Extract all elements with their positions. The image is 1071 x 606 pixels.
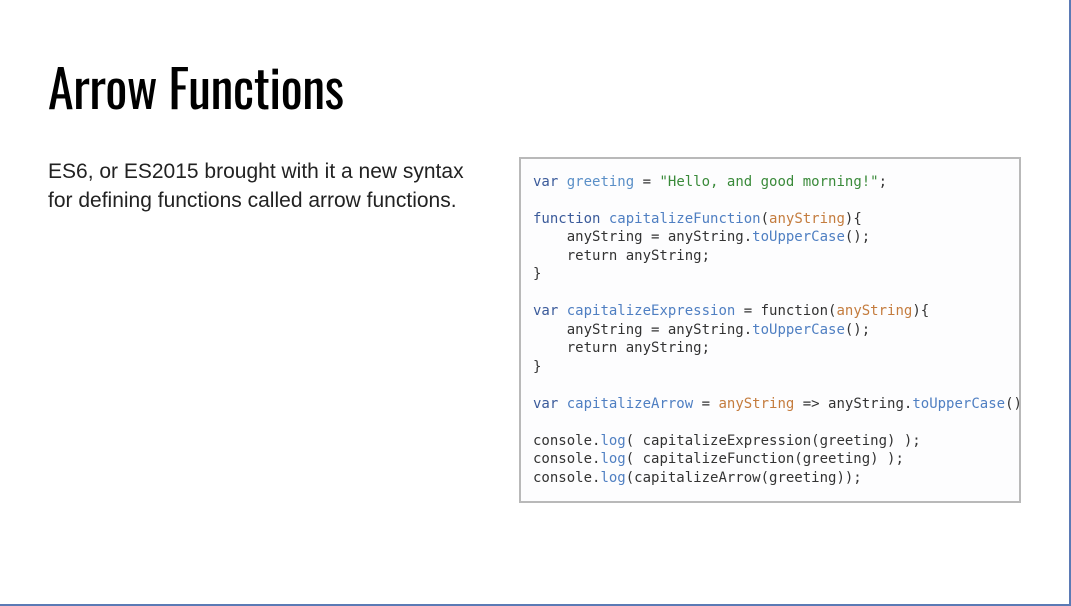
- code-token: console.: [533, 470, 600, 486]
- code-token: => anyString.: [794, 396, 912, 412]
- code-token: greeting: [567, 174, 634, 190]
- code-token: ();: [845, 229, 870, 245]
- code-token: toUpperCase: [752, 322, 845, 338]
- code-token: anyString = anyString.: [533, 322, 752, 338]
- code-token: "Hello, and good morning!": [659, 174, 878, 190]
- code-token: anyString: [836, 303, 912, 319]
- code-token: var: [533, 303, 558, 319]
- code-token: capitalizeExpression: [567, 303, 736, 319]
- code-token: return anyString;: [533, 340, 710, 356]
- code-token: anyString: [769, 211, 845, 227]
- code-token: log: [600, 433, 625, 449]
- code-token: =: [693, 396, 718, 412]
- code-token: (: [761, 211, 769, 227]
- code-token: ){: [912, 303, 929, 319]
- code-token: return anyString;: [533, 248, 710, 264]
- content-row: ES6, or ES2015 brought with it a new syn…: [48, 157, 1021, 503]
- code-token: ();: [845, 322, 870, 338]
- code-token: log: [600, 451, 625, 467]
- code-token: ();: [1005, 396, 1021, 412]
- code-token: anyString: [718, 396, 794, 412]
- code-token: anyString = anyString.: [533, 229, 752, 245]
- code-token: = function(: [735, 303, 836, 319]
- slide-title: Arrow Functions: [48, 48, 1021, 125]
- code-token: (capitalizeArrow(greeting));: [626, 470, 862, 486]
- code-token: var: [533, 174, 558, 190]
- code-token: capitalizeFunction: [609, 211, 761, 227]
- code-token: toUpperCase: [752, 229, 845, 245]
- code-token: ){: [845, 211, 862, 227]
- code-token: console.: [533, 433, 600, 449]
- code-token: ( capitalizeFunction(greeting) );: [626, 451, 904, 467]
- code-token: toUpperCase: [912, 396, 1005, 412]
- code-token: capitalizeArrow: [567, 396, 693, 412]
- code-token: console.: [533, 451, 600, 467]
- code-token: var: [533, 396, 558, 412]
- code-token: ( capitalizeExpression(greeting) );: [626, 433, 921, 449]
- code-token: log: [600, 470, 625, 486]
- code-token: }: [533, 359, 541, 375]
- code-token: =: [634, 174, 659, 190]
- code-token: }: [533, 266, 541, 282]
- slide-description: ES6, or ES2015 brought with it a new syn…: [48, 157, 483, 216]
- code-block: var greeting = "Hello, and good morning!…: [519, 157, 1021, 503]
- code-token: function: [533, 211, 600, 227]
- code-token: ;: [879, 174, 887, 190]
